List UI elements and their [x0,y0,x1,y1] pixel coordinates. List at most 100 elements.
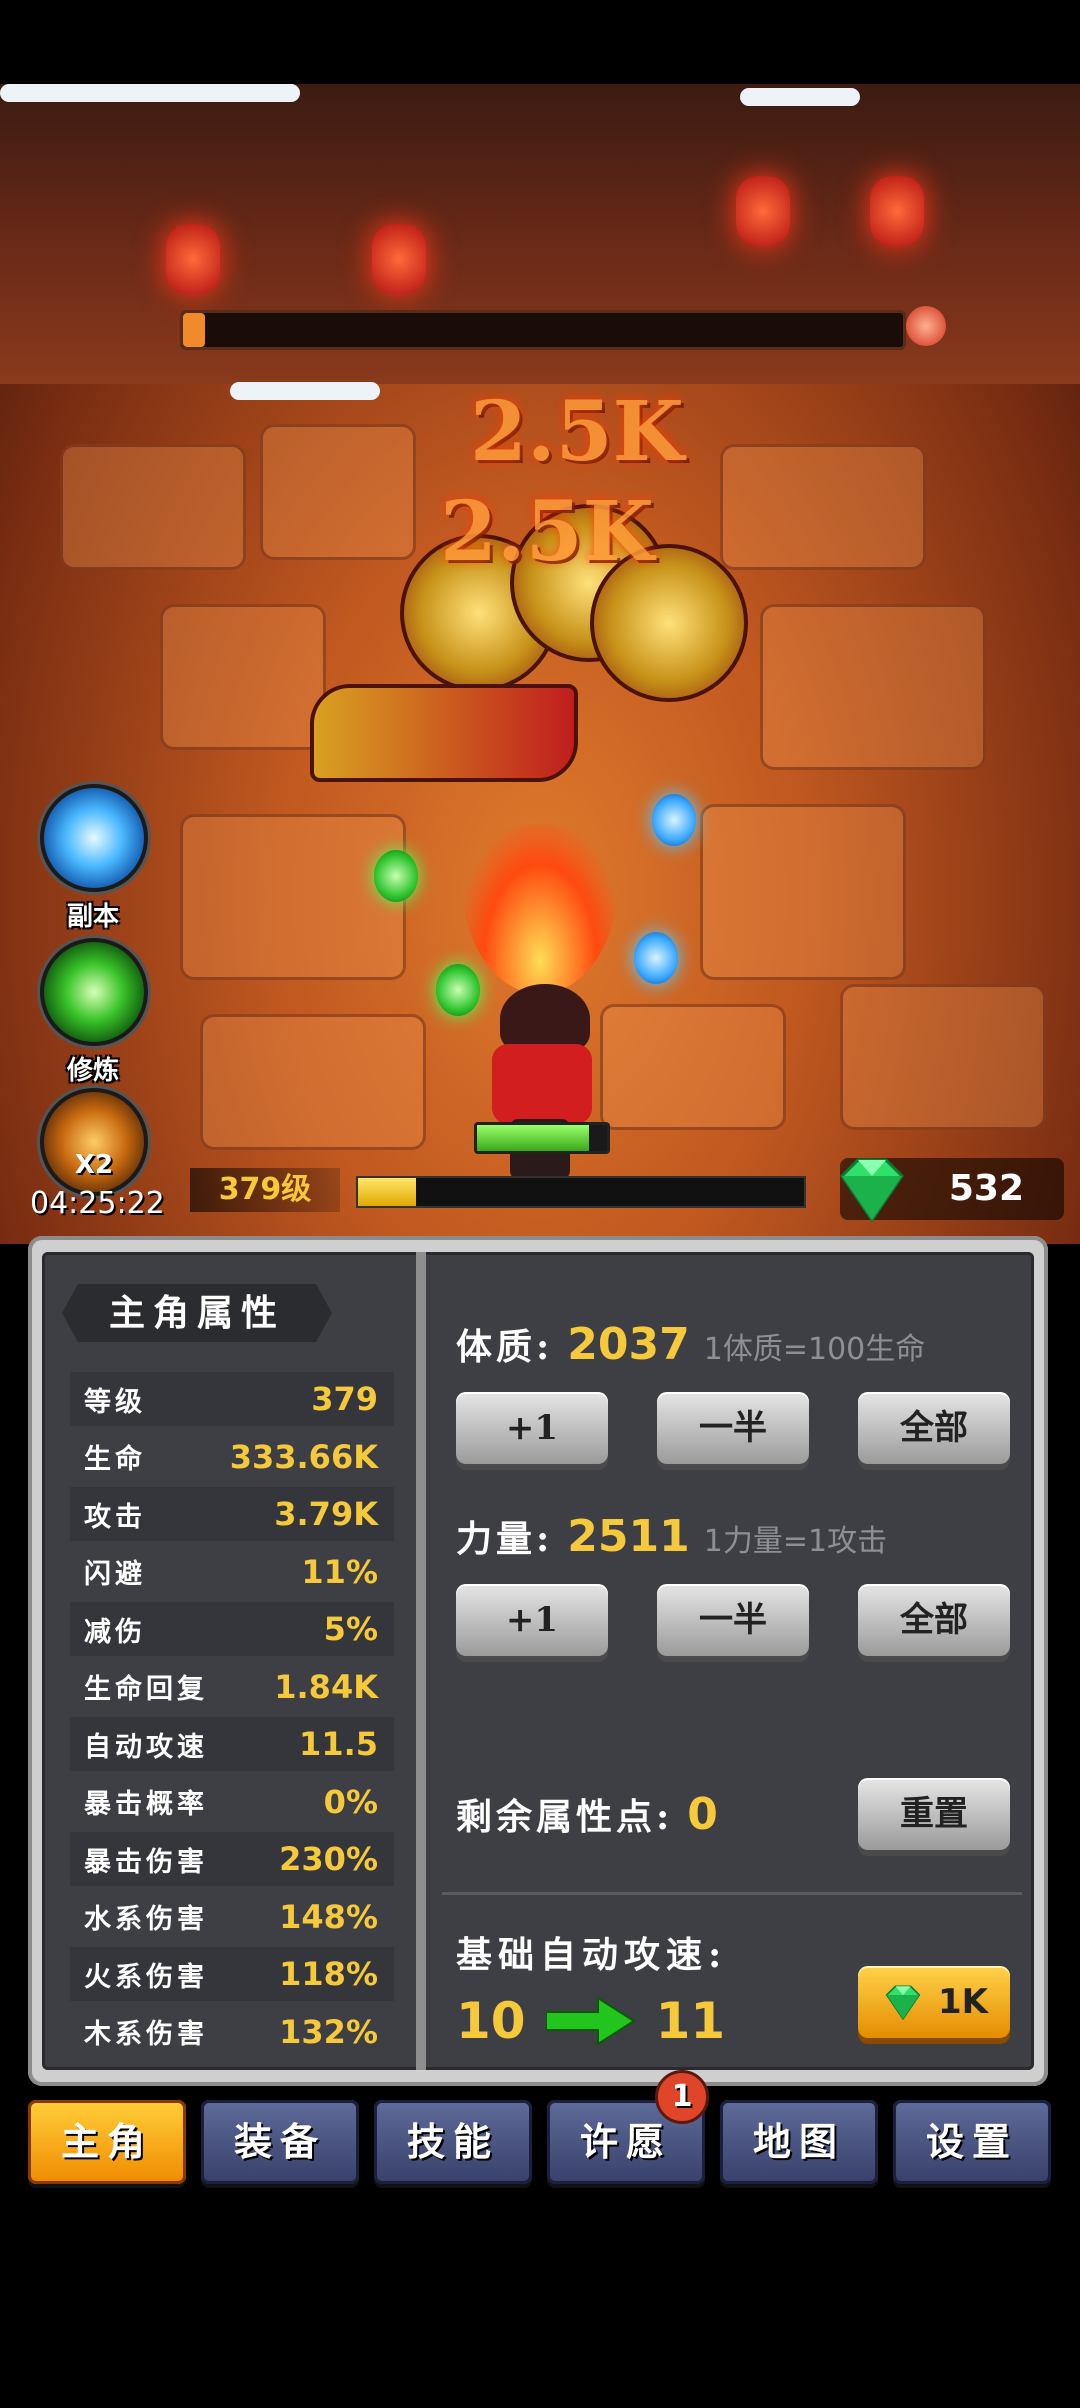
constitution-line: 体质: 2037 1体质=100生命 [456,1318,925,1370]
stat-value: 148% [279,1897,378,1936]
bottom-tab-bar: 主角 装备 技能 许愿 1 地图 设置 [28,2070,1052,2184]
stat-label: 减伤 [84,1616,146,1648]
gem-counter[interactable]: 532 [840,1158,1064,1223]
floor-tile [720,444,926,570]
constitution-all-button[interactable]: 全部 [858,1392,1010,1464]
stat-label: 自动攻速 [84,1731,208,1763]
reset-button[interactable]: 重置 [858,1778,1010,1850]
upgrade-cost: 1K [937,1982,988,2022]
floor-tile [760,604,986,770]
stat-value: 0% [323,1782,378,1821]
snow-decor [230,382,380,400]
xp-fill [358,1178,416,1206]
boss-hp-fill [183,313,205,347]
attack-speed-current: 10 [456,1992,526,2050]
blue-orb-icon [652,794,696,846]
attributes-panel-inner: 主角属性 等级 379 生命 333.66K 攻击 3.79K 闪避 11% 减伤 5% 生命回复 1… [42,1252,1034,2070]
remaining-points: 剩余属性点: 0 [456,1788,718,1840]
floor-tile [200,1014,426,1150]
lantern-icon [372,224,426,294]
strength-plus-one-button[interactable]: +1 [456,1584,608,1656]
tab-skills[interactable]: 技能 [374,2100,532,2184]
strength-label: 力量: [456,1518,554,1560]
stat-row: 攻击 3.79K [70,1487,394,1541]
stat-label: 水系伤害 [84,1904,208,1935]
stat-row: 暴击概率 0% [70,1775,394,1829]
snow-decor [740,88,860,106]
stat-row: 等级 379 [70,1372,394,1426]
attack-speed-values: 10 11 [456,1992,725,2050]
hero-character [470,984,610,1184]
stat-value: 3.79K [274,1495,378,1533]
upgrade-speed-button[interactable]: 1K [858,1966,1010,2038]
level-row: 379级 [190,1168,810,1212]
section-separator [442,1892,1022,1895]
dragon-head-icon [310,684,578,782]
xp-bar [356,1176,806,1208]
constitution-half-button[interactable]: 一半 [657,1392,809,1464]
constitution-hint: 1体质=100生命 [703,1332,926,1367]
stat-row: 火系伤害 118% [70,1947,394,2001]
stat-value: 132% [279,2012,378,2051]
stat-row: 减伤 5% [70,1602,394,1656]
floor-tile [600,1004,786,1130]
level-badge: 379级 [190,1168,340,1212]
stat-label: 火系伤害 [84,1961,208,1993]
constitution-plus-one-button[interactable]: +1 [456,1392,608,1464]
lantern-icon [870,176,924,246]
countdown-timer: 04:25:22 [30,1186,165,1221]
tab-equipment[interactable]: 装备 [201,2100,359,2184]
stat-value: 11.5 [299,1725,378,1763]
boss-hp-bar [180,310,906,350]
stat-value: 11% [301,1552,378,1591]
green-gem-icon [885,1985,921,2021]
stat-row: 暴击伤害 230% [70,1832,394,1886]
damage-number: 2.5K [440,484,654,580]
green-gem-icon [840,1158,904,1223]
green-orb-icon [374,850,418,902]
hero-hp-fill [477,1125,589,1151]
tab-map[interactable]: 地图 [720,2100,878,2184]
training-button[interactable]: 修炼 [40,938,148,1087]
stat-row: 水系伤害 148% [70,1890,394,1944]
stat-value: 333.66K [229,1437,378,1476]
training-icon [40,938,148,1046]
lantern-icon [166,224,220,294]
strength-line: 力量: 2511 1力量=1攻击 [456,1510,887,1562]
blue-orb-icon [634,932,678,984]
strength-all-button[interactable]: 全部 [858,1584,1010,1656]
training-label: 修炼 [66,1056,119,1086]
battle-scene: 2.5K 2.5K [0,84,1080,1244]
constitution-value: 2037 [567,1319,690,1370]
floor-tile [840,984,1046,1130]
attack-speed-title: 基础自动攻速: [456,1934,728,1976]
notification-badge: 1 [655,2070,709,2124]
floor-tile [160,604,326,750]
stat-label: 等级 [84,1386,146,1418]
dungeon-label: 副本 [66,902,119,932]
strength-value: 2511 [567,1511,690,1562]
stat-label: 木系伤害 [84,2019,208,2050]
stat-row: 自动攻速 11.5 [70,1717,394,1771]
dungeon-button[interactable]: 副本 [40,784,148,933]
stat-row: 生命回复 1.84K [70,1660,394,1714]
double-reward-button[interactable]: X2 [40,1088,148,1196]
damage-number: 2.5K [470,384,684,480]
stat-value: 379 [311,1380,378,1418]
stat-value: 1.84K [274,1667,378,1706]
strength-half-button[interactable]: 一半 [657,1584,809,1656]
stat-label: 生命 [84,1444,146,1475]
stat-row: 木系伤害 132% [70,2005,394,2059]
tab-wish[interactable]: 许愿 1 [547,2070,709,2184]
portal-icon [40,784,148,892]
strength-hint: 1力量=1攻击 [703,1524,888,1559]
attributes-panel: 主角属性 等级 379 生命 333.66K 攻击 3.79K 闪避 11% 减伤 5% 生命回复 1… [28,1236,1048,2086]
tab-hero[interactable]: 主角 [28,2100,186,2184]
stat-label: 攻击 [84,1501,146,1533]
remaining-points-value: 0 [687,1789,718,1840]
green-arrow-icon [545,1996,636,2046]
attack-speed-next: 11 [655,1992,726,2050]
tab-settings[interactable]: 设置 [893,2100,1051,2184]
gem-count: 532 [948,1168,1024,1209]
stat-label: 闪避 [84,1559,146,1590]
